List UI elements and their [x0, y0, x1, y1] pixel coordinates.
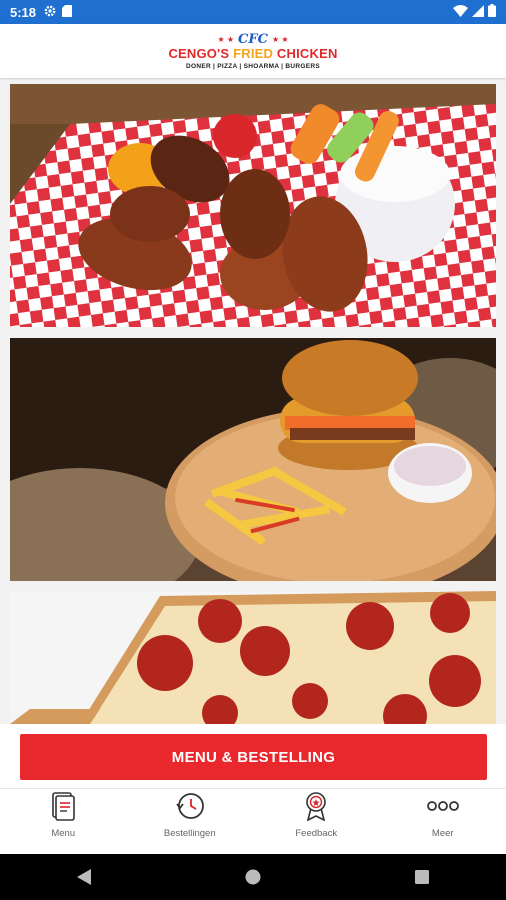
- gear-icon: [44, 5, 56, 20]
- nav-label-more: Meer: [431, 828, 454, 839]
- app-header: ★ ★ CFC ★ ★ CENGO'S FRIED CHICKEN DONER …: [0, 24, 506, 78]
- nav-label-orders: Bestellingen: [163, 828, 216, 839]
- nav-item-orders[interactable]: Bestellingen: [127, 789, 254, 855]
- status-time: 5:18: [10, 4, 37, 20]
- logo-title-part1: CENGO'S: [168, 46, 234, 61]
- logo-title-part3: CHICKEN: [273, 46, 338, 61]
- pepperoni-pizza-image[interactable]: [10, 591, 496, 724]
- star-icon: ★ ★: [217, 35, 235, 44]
- nav-label-feedback: Feedback: [295, 828, 338, 839]
- logo-badge: CFC: [238, 32, 268, 47]
- status-bar: 5:18: [0, 0, 506, 24]
- logo-title: CENGO'S FRIED CHICKEN: [168, 46, 337, 61]
- menu-order-button[interactable]: MENU & BESTELLING: [20, 734, 487, 780]
- wifi-icon: [453, 4, 468, 20]
- system-navigation-bar: [0, 854, 506, 900]
- nav-item-feedback[interactable]: Feedback: [253, 789, 380, 855]
- signal-icon: [472, 4, 484, 20]
- award-icon: [303, 791, 329, 828]
- burger-fries-image[interactable]: [10, 338, 496, 581]
- sd-card-icon: [62, 4, 73, 20]
- menu-card-icon: [51, 791, 76, 828]
- nav-item-more[interactable]: Meer: [380, 789, 506, 855]
- history-icon: [174, 791, 206, 828]
- cta-container: MENU & BESTELLING: [0, 724, 506, 788]
- more-icon: [426, 791, 460, 828]
- nav-label-menu: Menu: [51, 828, 76, 839]
- chicken-wings-image[interactable]: [10, 84, 496, 327]
- bottom-navigation: Menu Bestellingen Feedback Meer: [0, 788, 506, 855]
- nav-item-menu[interactable]: Menu: [0, 789, 127, 855]
- battery-icon: [488, 4, 496, 20]
- home-icon[interactable]: [233, 857, 273, 897]
- logo-badge-row: ★ ★ CFC ★ ★: [217, 32, 288, 47]
- logo-title-part2: FRIED: [233, 46, 274, 61]
- back-icon[interactable]: [64, 857, 104, 897]
- recents-icon[interactable]: [402, 857, 442, 897]
- star-icon: ★ ★: [271, 35, 289, 44]
- logo-subtitle: DONER | PIZZA | SHOARMA | BURGERS: [185, 63, 321, 70]
